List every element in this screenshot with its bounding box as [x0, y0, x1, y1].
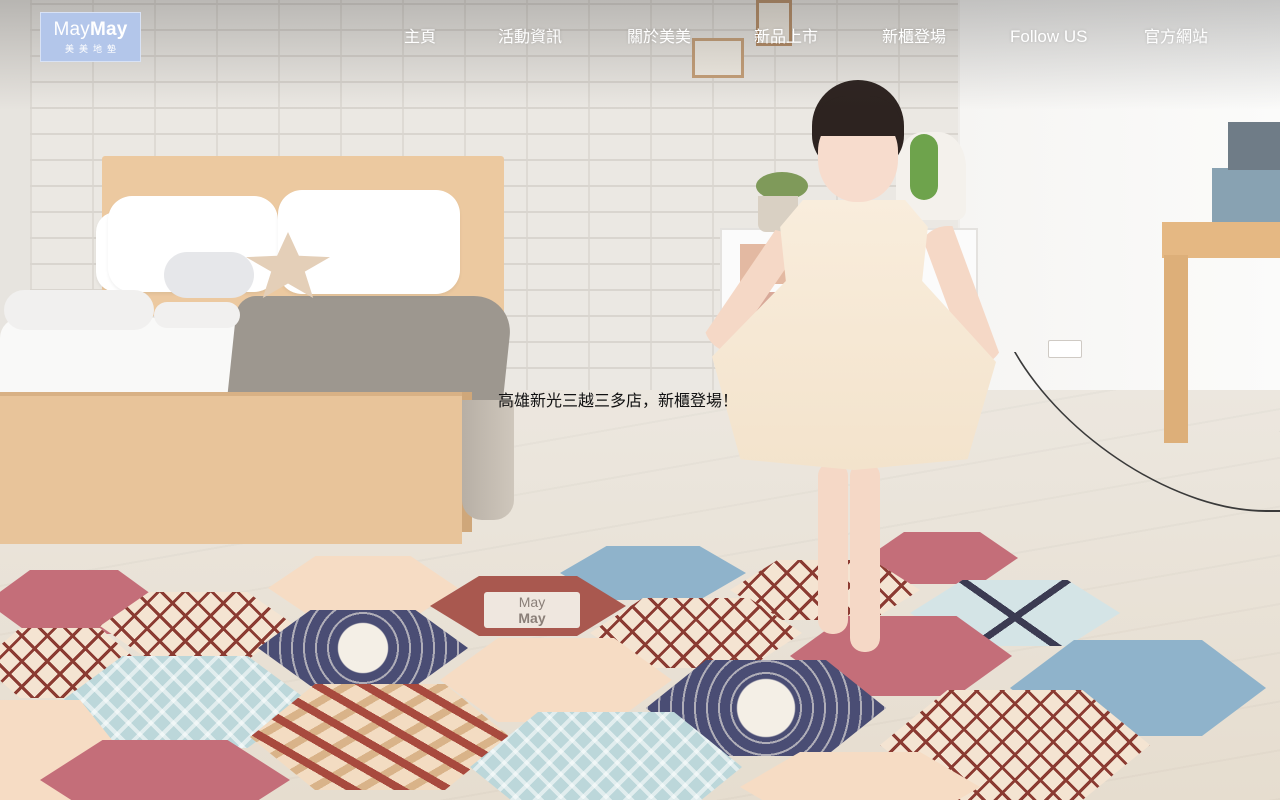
nav-item-new-products[interactable]: 新品上市 [754, 24, 818, 50]
hero-caption: 高雄新光三越三多店，新櫃登場！ [498, 391, 739, 410]
mat-logo-print: May May [484, 592, 580, 628]
nav-item-follow-us[interactable]: Follow US [1010, 24, 1087, 50]
plush-toy [4, 290, 154, 330]
side-table [1162, 222, 1280, 258]
nav-item-new-counters[interactable]: 新櫃登場 [882, 24, 946, 50]
child-leg [818, 462, 848, 634]
header-gradient [0, 0, 1280, 110]
bed-frame [0, 392, 462, 544]
nav-item-home[interactable]: 主頁 [404, 24, 436, 50]
nav-item-about[interactable]: 關於美美 [627, 24, 691, 50]
nav-item-events[interactable]: 活動資訊 [498, 24, 562, 50]
plush-toy [164, 252, 254, 298]
main-nav: 主頁 活動資訊 關於美美 新品上市 新櫃登場 Follow US 官方網站 [0, 24, 1280, 50]
nav-item-official-site[interactable]: 官方網站 [1144, 24, 1208, 50]
mat-logo-text-bold: May [518, 610, 546, 626]
blanket-fringe [462, 400, 514, 520]
cactus-icon [910, 134, 938, 200]
storage-box [1212, 168, 1280, 222]
storage-box [1228, 122, 1280, 170]
child-leg [850, 462, 880, 652]
plush-toy [154, 302, 240, 328]
mat-logo-text-light: May [518, 594, 546, 610]
